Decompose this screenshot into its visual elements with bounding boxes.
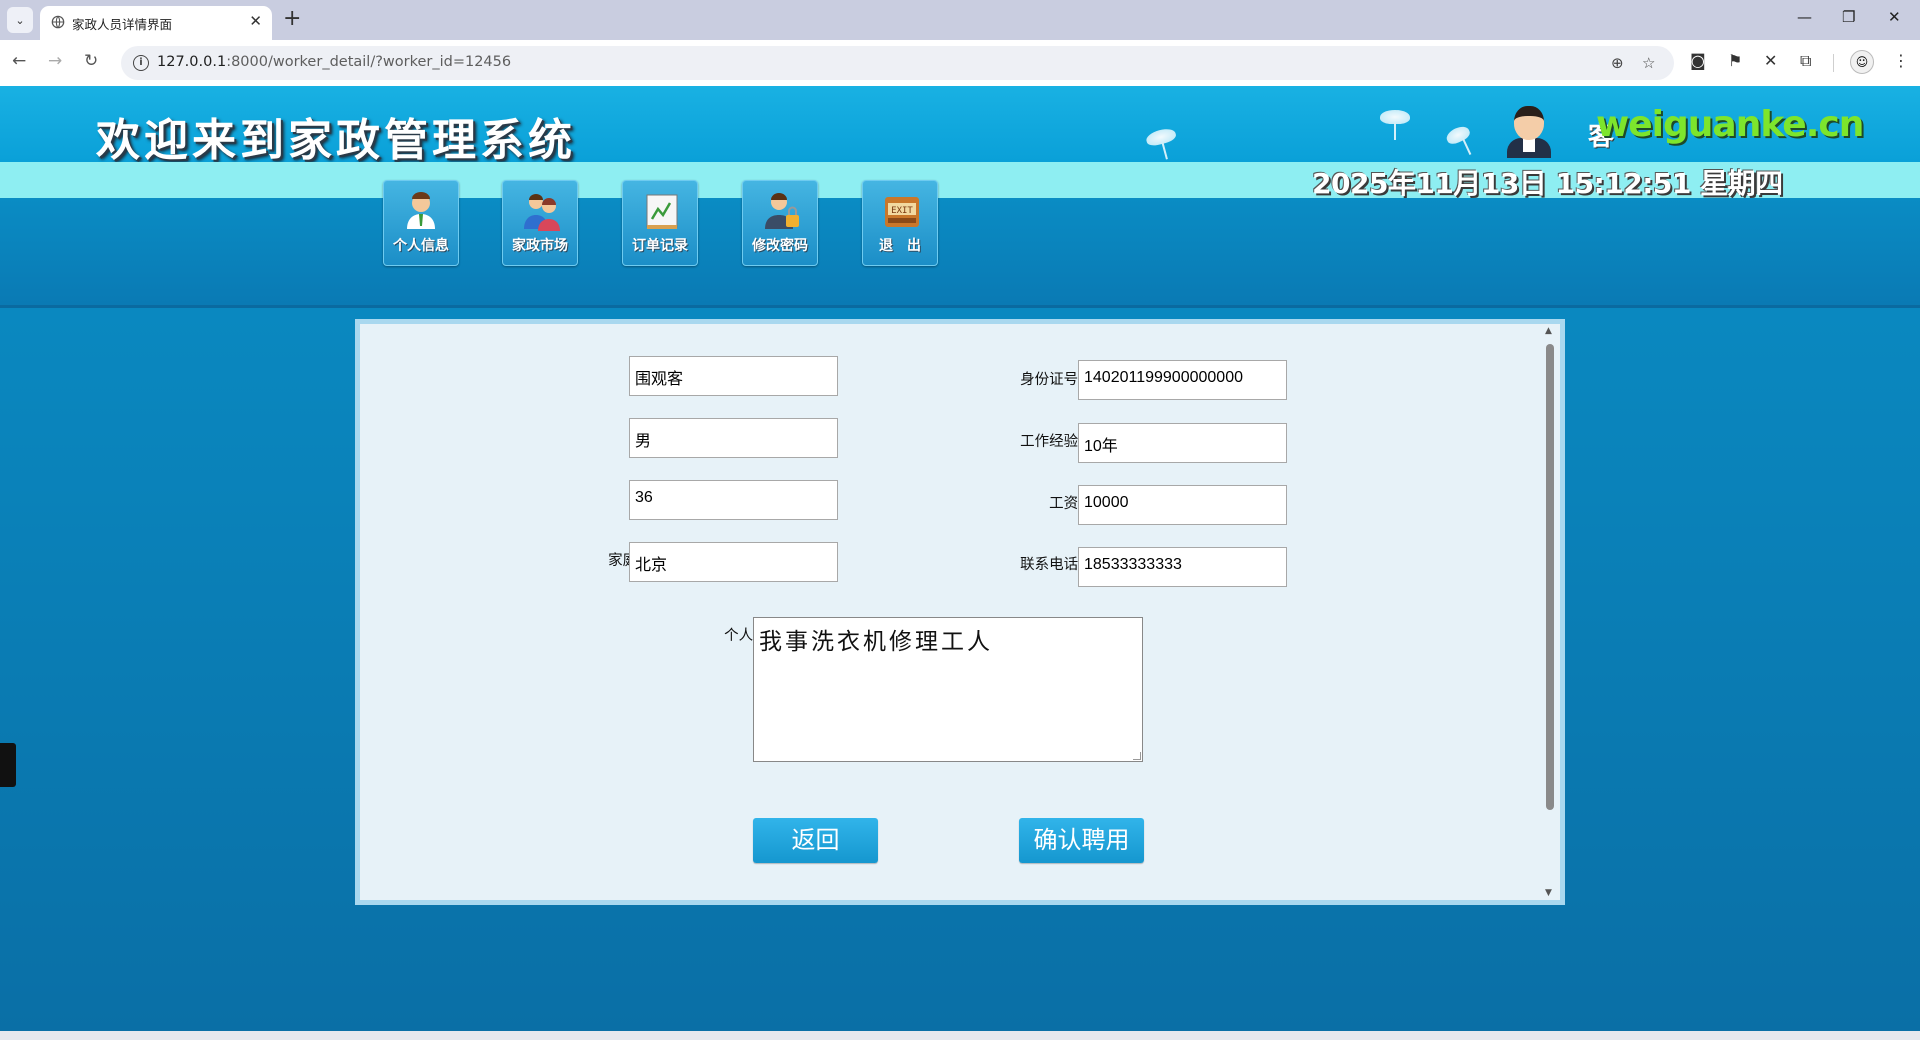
url-path: :8000/worker_detail/?worker_id=12456	[226, 54, 512, 70]
nav-market-button[interactable]: 家政市场	[502, 180, 578, 266]
phone-field[interactable]: 18533333333	[1078, 547, 1287, 587]
dandelion-decoration	[1380, 110, 1410, 140]
side-floating-tab[interactable]	[0, 743, 16, 787]
restore-icon[interactable]: ❐	[1842, 8, 1855, 26]
back-button[interactable]: 返回	[753, 818, 878, 863]
worker-detail-panel: ▲ ▼ 姓名: 围观客 性别: 男 年龄: 36 家庭住址: 北京 身份证号: …	[355, 319, 1565, 905]
window-bottom-strip	[0, 1031, 1920, 1040]
site-info-icon[interactable]: i	[133, 55, 149, 71]
scroll-down-icon[interactable]: ▼	[1545, 888, 1552, 898]
url-host: 127.0.0.1	[157, 54, 227, 70]
more-menu-icon[interactable]: ⋮	[1893, 51, 1909, 70]
page-body: 欢迎来到家政管理系统 客 weiguanke.cn 2025年11月13日 15…	[0, 86, 1920, 1031]
nav-label: 订单记录	[632, 238, 688, 254]
salary-field[interactable]: 10000	[1078, 485, 1287, 525]
id-number-field[interactable]: 140201199900000000	[1078, 360, 1287, 400]
minimize-icon[interactable]: —	[1797, 8, 1812, 26]
people-icon	[522, 191, 560, 231]
dandelion-decoration	[1144, 126, 1178, 148]
person-icon	[403, 191, 439, 231]
toolbar-divider	[1833, 54, 1834, 72]
site-header: 欢迎来到家政管理系统 客 weiguanke.cn	[0, 86, 1920, 162]
globe-icon	[51, 15, 65, 29]
nav-logout-button[interactable]: EXIT 退 出	[862, 180, 938, 266]
age-field[interactable]: 36	[629, 480, 838, 520]
browser-tab-bar: ⌄ 家政人员详情界面 ✕ + — ❐ ✕	[0, 0, 1920, 40]
scroll-up-icon[interactable]: ▲	[1545, 326, 1552, 336]
tab-title: 家政人员详情界面	[72, 17, 173, 32]
browser-toolbar: ← → ↻ i 127.0.0.1:8000/worker_detail/?wo…	[0, 40, 1920, 86]
svg-text:EXIT: EXIT	[891, 206, 913, 216]
datetime-display: 2025年11月13日 15:12:51 星期四	[1312, 167, 1783, 200]
chevron-down-icon: ⌄	[15, 13, 25, 27]
resize-grip-icon[interactable]	[1133, 752, 1141, 760]
nav-personal-info-button[interactable]: 个人信息	[383, 180, 459, 266]
intro-textarea[interactable]: 我事洗衣机修理工人	[753, 617, 1143, 762]
puzzle-icon[interactable]: ⧉	[1800, 51, 1811, 71]
id-number-label: 身份证号:	[1020, 372, 1083, 388]
confirm-hire-button[interactable]: 确认聘用	[1019, 818, 1144, 863]
user-avatar	[1507, 102, 1551, 158]
nav-label: 个人信息	[393, 238, 449, 254]
nav-bar	[0, 198, 1920, 308]
extension-icon[interactable]: ◙	[1690, 51, 1706, 70]
nav-orders-button[interactable]: 订单记录	[622, 180, 698, 266]
url-text[interactable]: 127.0.0.1:8000/worker_detail/?worker_id=…	[157, 54, 511, 70]
reload-icon[interactable]: ↻	[84, 51, 98, 71]
intro-text: 我事洗衣机修理工人	[759, 629, 993, 655]
bookmark-icon[interactable]: ⚑	[1728, 51, 1742, 70]
nav-label: 家政市场	[512, 238, 568, 254]
person-lock-icon	[762, 191, 799, 231]
address-field[interactable]: 北京	[629, 542, 838, 582]
site-title: 欢迎来到家政管理系统	[96, 115, 576, 162]
dandelion-decoration	[1444, 123, 1472, 147]
close-x-icon[interactable]: ✕	[1764, 51, 1777, 70]
window-close-icon[interactable]: ✕	[1888, 8, 1901, 26]
experience-field[interactable]: 10年	[1078, 423, 1287, 463]
phone-label: 联系电话:	[1020, 557, 1083, 573]
tab-list-button[interactable]: ⌄	[7, 7, 33, 33]
new-tab-button[interactable]: +	[283, 6, 301, 32]
zoom-icon[interactable]: ⊕	[1611, 54, 1624, 72]
watermark-logo: weiguanke.cn	[1596, 104, 1864, 145]
bookmark-star-icon[interactable]: ☆	[1642, 54, 1655, 72]
order-record-icon	[642, 191, 678, 231]
name-field[interactable]: 围观客	[629, 356, 838, 396]
browser-tab[interactable]: 家政人员详情界面 ✕	[40, 6, 272, 40]
vertical-scrollbar[interactable]: ▲ ▼	[1543, 326, 1557, 898]
close-tab-icon[interactable]: ✕	[249, 12, 262, 30]
nav-change-password-button[interactable]: 修改密码	[742, 180, 818, 266]
salary-label: 工资:	[1049, 496, 1083, 512]
gender-field[interactable]: 男	[629, 418, 838, 458]
back-arrow-icon[interactable]: ←	[12, 51, 26, 71]
profile-avatar-icon[interactable]: ☺	[1850, 50, 1874, 74]
nav-label: 退 出	[879, 238, 921, 254]
exit-icon: EXIT	[882, 191, 919, 231]
nav-label: 修改密码	[752, 238, 808, 254]
scrollbar-thumb[interactable]	[1546, 344, 1554, 810]
address-bar[interactable]: i 127.0.0.1:8000/worker_detail/?worker_i…	[121, 46, 1674, 80]
experience-label: 工作经验:	[1020, 434, 1083, 450]
forward-arrow-icon[interactable]: →	[48, 51, 62, 71]
